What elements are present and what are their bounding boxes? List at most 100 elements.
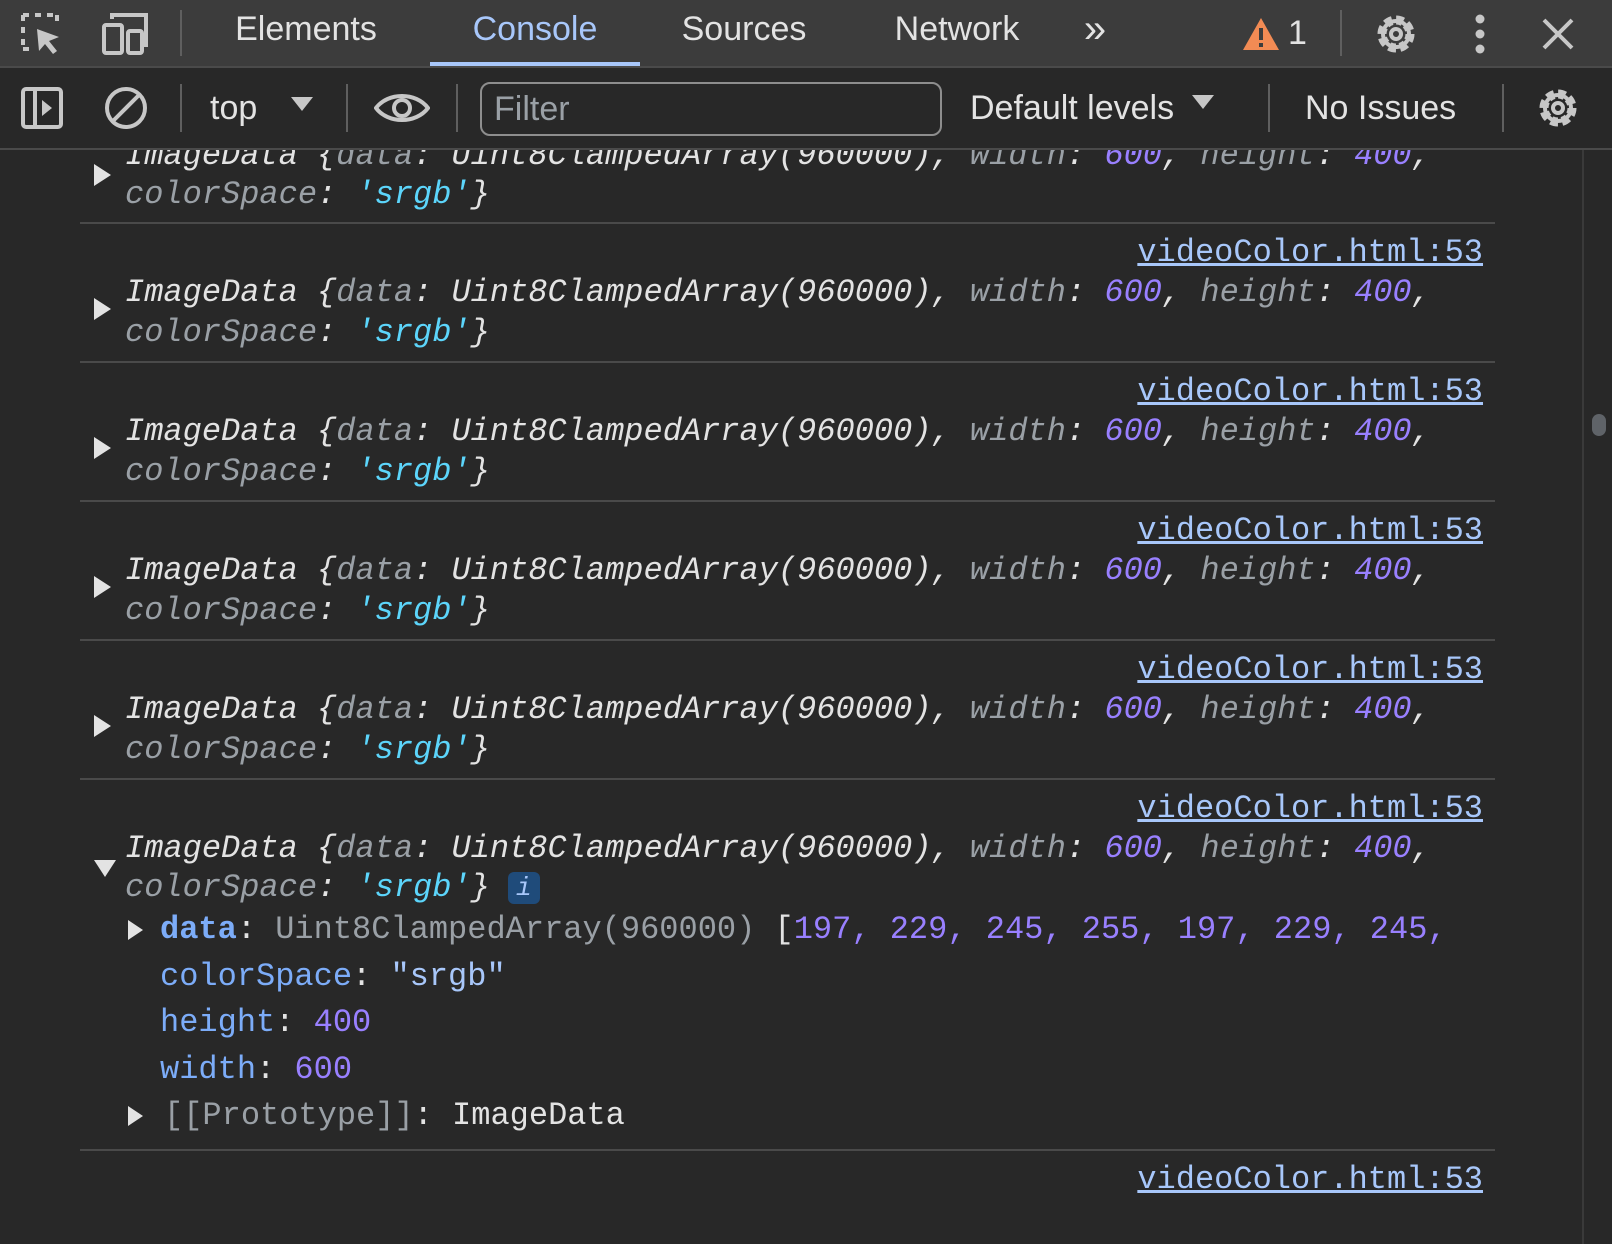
device-toolbar-icon[interactable] [96,6,152,62]
object-prefix: ImageData { [125,274,337,311]
divider [180,10,182,56]
prop-key: height [1200,274,1316,311]
prop-value: 600 [1104,830,1162,867]
console-toolbar: top Default levels No Issues [0,68,1612,150]
prop-value: Uint8ClampedArray(960000) [451,691,932,728]
property-data: data: Uint8ClampedArray(960000) [197, 22… [160,911,1447,948]
prop-key: data [336,274,414,311]
object-prefix: ImageData { [125,830,337,867]
source-link[interactable]: videoColor.html:53 [1137,1161,1483,1198]
prop-value: "srgb" [390,958,506,995]
divider [180,84,182,132]
divider [1268,84,1270,132]
prop-key: colorSpace [160,958,353,995]
collapse-triangle-icon[interactable] [94,860,116,877]
expand-prototype-triangle-icon[interactable] [128,1106,143,1126]
log-summary-line: ImageData {data: Uint8ClampedArray(96000… [125,691,1431,728]
prop-key: height [1200,552,1316,589]
filter-input[interactable] [480,82,942,136]
console-message: videoColor.html:53 ImageData {data: Uint… [80,363,1495,502]
close-icon[interactable] [1530,6,1586,62]
log-summary-line: colorSpace: 'srgb'} [125,176,490,213]
prop-key: height [1200,413,1316,450]
prop-value: 600 [1104,150,1162,174]
prop-key: height [1200,691,1316,728]
issues-button[interactable]: No Issues [1305,80,1456,136]
expand-triangle-icon[interactable] [94,437,111,459]
console-settings-gear-icon[interactable] [1530,80,1586,136]
prop-value: 600 [1104,274,1162,311]
log-summary-line: colorSpace: 'srgb'} i [125,869,540,906]
source-link[interactable]: videoColor.html:53 [1137,373,1483,410]
expand-triangle-icon[interactable] [94,164,111,186]
prop-key: width [969,691,1066,728]
prop-value: 'srgb' [355,314,471,351]
prop-key: data [336,830,414,867]
prop-value: 400 [313,1004,372,1041]
tab-sources[interactable]: Sources [664,0,824,66]
prop-key: height [160,1004,276,1041]
prop-value: 'srgb' [355,592,471,629]
property-width: width: 600 [160,1051,353,1088]
scrollbar-thumb[interactable] [1592,414,1606,436]
prop-value: 'srgb' [355,869,471,906]
live-expression-eye-icon[interactable] [372,80,432,136]
source-link[interactable]: videoColor.html:53 [1137,512,1483,549]
tab-elements[interactable]: Elements [222,0,390,66]
chevron-down-icon [1191,95,1214,110]
prop-key: width [969,830,1066,867]
log-summary-line: ImageData {data: Uint8ClampedArray(96000… [125,413,1431,450]
prop-type: Uint8ClampedArray(960000) [275,911,756,948]
log-summary-line: colorSpace: 'srgb'} [125,453,490,490]
source-link[interactable]: videoColor.html:53 [1137,651,1483,688]
tab-console[interactable]: Console [430,0,640,66]
log-summary-line: ImageData {data: Uint8ClampedArray(96000… [125,552,1431,589]
prop-key: colorSpace [125,453,318,490]
divider [346,84,348,132]
log-levels-dropdown[interactable]: Default levels [970,80,1214,136]
prop-key: width [969,413,1066,450]
prop-key: [[Prototype]] [164,1097,414,1134]
console-message: videoColor.html:53 ImageData {data: Uint… [80,502,1495,641]
console-message: videoColor.html:53 ImageData {data: Uint… [80,641,1495,780]
prop-key: colorSpace [125,592,318,629]
log-summary-line: ImageData {data: Uint8ClampedArray(96000… [125,274,1431,311]
expand-triangle-icon[interactable] [94,715,111,737]
prop-value: 400 [1354,274,1412,311]
prop-value: 600 [294,1051,353,1088]
inspect-element-icon[interactable] [14,6,70,62]
log-summary-line: colorSpace: 'srgb'} [125,731,490,768]
source-link[interactable]: videoColor.html:53 [1137,790,1483,827]
expand-triangle-icon[interactable] [94,298,111,320]
warning-icon[interactable] [1236,6,1286,62]
object-prefix: ImageData { [125,552,337,589]
prop-key: data [336,552,414,589]
property-height: height: 400 [160,1004,372,1041]
settings-gear-icon[interactable] [1368,6,1424,62]
sidebar-toggle-icon[interactable] [14,80,70,136]
prop-value: ImageData [452,1097,625,1134]
expand-triangle-icon[interactable] [94,576,111,598]
warning-count[interactable]: 1 [1288,6,1307,60]
prop-key: data [160,911,237,948]
prop-key: width [160,1051,257,1088]
console-scrollbar[interactable] [1582,150,1612,1244]
prop-key: colorSpace [125,314,318,351]
expand-data-triangle-icon[interactable] [128,920,143,940]
tab-network[interactable]: Network [872,0,1042,66]
prop-value: Uint8ClampedArray(960000) [451,552,932,589]
prop-key: height [1200,150,1316,174]
divider [1340,10,1342,56]
more-tabs-button[interactable]: » [1070,0,1120,66]
source-link[interactable]: videoColor.html:53 [1137,234,1483,271]
prop-key: data [336,150,414,174]
console-message: videoColor.html:53 ImageData {data: Uint… [80,224,1495,363]
context-selector[interactable]: top [210,80,313,136]
prop-key: colorSpace [125,869,318,906]
info-badge-icon[interactable]: i [507,871,540,904]
clear-console-icon[interactable] [98,80,154,136]
prop-value: 600 [1104,552,1162,589]
prop-value: 600 [1104,691,1162,728]
prop-array-values: 197, 229, 245, 255, 197, 229, 245, [793,911,1447,948]
more-options-icon[interactable] [1452,6,1508,62]
